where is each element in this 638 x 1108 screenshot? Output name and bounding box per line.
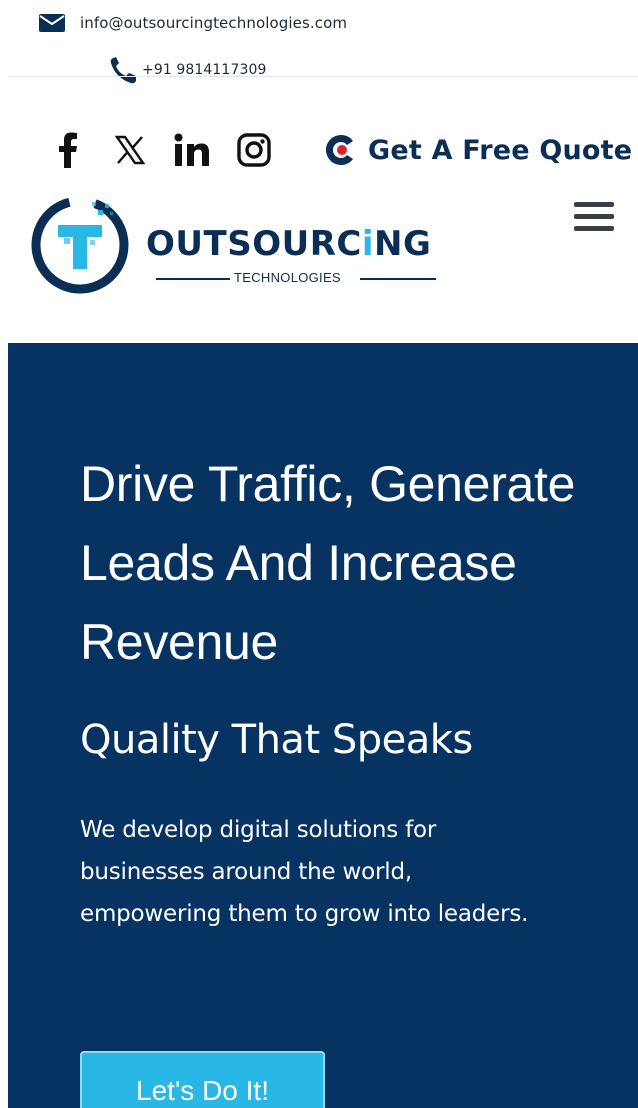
email-link[interactable]: info@outsourcingtechnologies.com — [38, 10, 347, 36]
header-divider — [8, 76, 638, 77]
phone-link[interactable]: +91 9814117309 — [108, 56, 266, 84]
brand-name: OUTSOURCiNG — [146, 224, 432, 264]
brand-i-glyph: i — [361, 224, 374, 264]
phone-icon — [108, 55, 140, 85]
facebook-icon[interactable] — [48, 128, 88, 172]
menu-bar — [574, 226, 614, 231]
cta-button[interactable]: Let's Do It! — [80, 1051, 325, 1108]
tagline-rule-right — [360, 278, 436, 280]
menu-button[interactable] — [574, 202, 618, 246]
linkedin-icon[interactable] — [172, 128, 212, 172]
free-quote-link[interactable]: Get A Free Quote — [324, 128, 632, 172]
menu-bar — [574, 202, 614, 207]
menu-bar — [574, 214, 614, 219]
brand-mark-icon — [31, 196, 129, 294]
quote-logo-icon — [324, 133, 358, 167]
instagram-icon[interactable] — [234, 128, 274, 172]
hero-description: We develop digital solutions for busines… — [80, 817, 529, 927]
hero-subheadline: Quality That Speaks — [80, 717, 473, 763]
hero-section: Drive Traffic, Generate Leads And Increa… — [8, 343, 638, 1108]
hero-headline: Drive Traffic, Generate Leads And Increa… — [80, 456, 576, 670]
envelope-icon — [38, 13, 66, 33]
brand-logo[interactable]: OUTSOURCiNG TECHNOLOGIES — [28, 192, 448, 298]
email-text: info@outsourcingtechnologies.com — [80, 14, 348, 32]
tagline-rule-left — [156, 278, 230, 280]
x-icon[interactable] — [110, 128, 150, 172]
social-links — [48, 128, 296, 172]
free-quote-label: Get A Free Quote — [368, 134, 633, 166]
brand-tagline: TECHNOLOGIES — [234, 270, 341, 285]
